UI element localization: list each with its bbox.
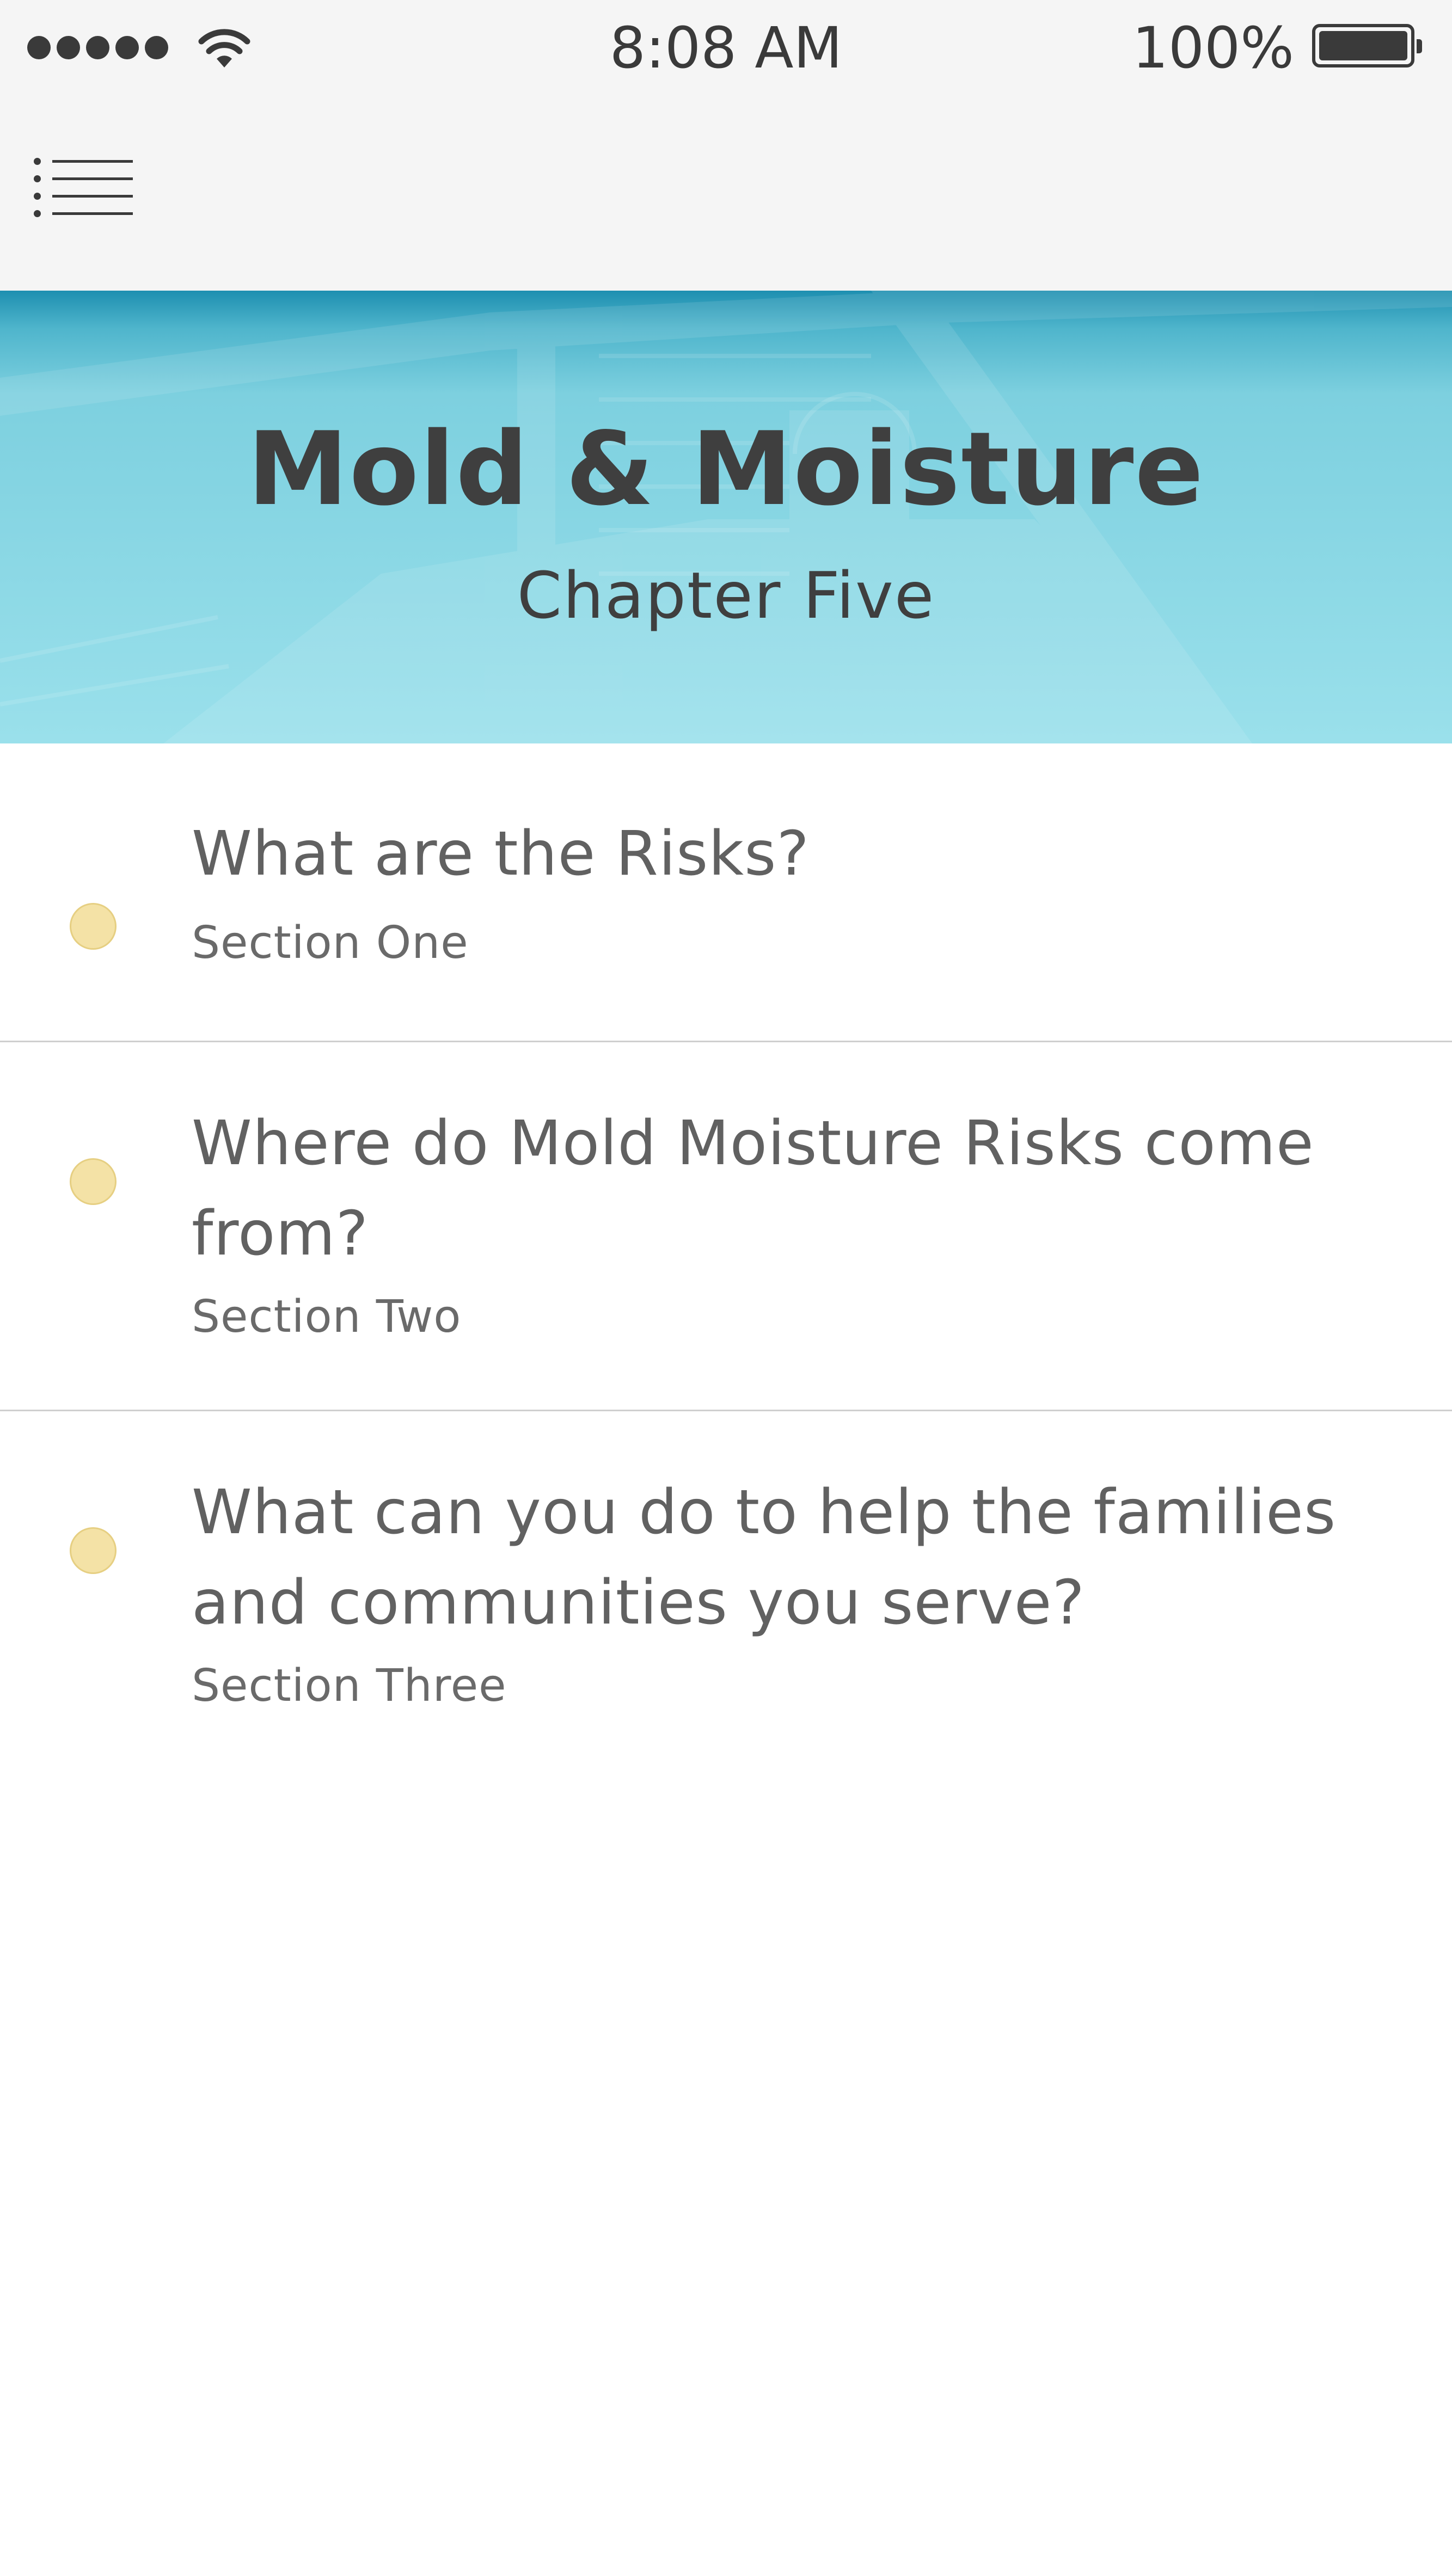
section-title: What are the Risks? xyxy=(192,819,810,889)
section-title: What can you do to help the families and… xyxy=(192,1477,1337,1638)
chapter-subtitle: Chapter Five xyxy=(517,558,935,633)
top-bar: 8:08 AM 100% xyxy=(0,0,1452,291)
section-subtitle: Section Three xyxy=(192,1660,507,1712)
menu-list-icon[interactable] xyxy=(34,158,133,219)
section-subtitle: Section Two xyxy=(192,1291,462,1343)
battery-icon xyxy=(1312,24,1422,67)
status-dot-icon xyxy=(70,1158,117,1205)
section-item-one[interactable]: What are the Risks? Section One xyxy=(0,743,1452,1042)
section-subtitle: Section One xyxy=(192,917,469,969)
chapter-title: Mold & Moisture xyxy=(247,410,1205,528)
section-title: Where do Mold Moisture Risks come from? xyxy=(192,1108,1314,1269)
section-item-three[interactable]: What can you do to help the families and… xyxy=(0,1411,1452,1770)
chapter-banner: Mold & Moisture Chapter Five xyxy=(0,291,1452,743)
status-bar: 8:08 AM 100% xyxy=(0,0,1452,95)
status-dot-icon xyxy=(70,903,117,950)
battery-percent: 100% xyxy=(1132,15,1294,81)
status-dot-icon xyxy=(70,1527,117,1574)
section-item-two[interactable]: Where do Mold Moisture Risks come from? … xyxy=(0,1042,1452,1411)
